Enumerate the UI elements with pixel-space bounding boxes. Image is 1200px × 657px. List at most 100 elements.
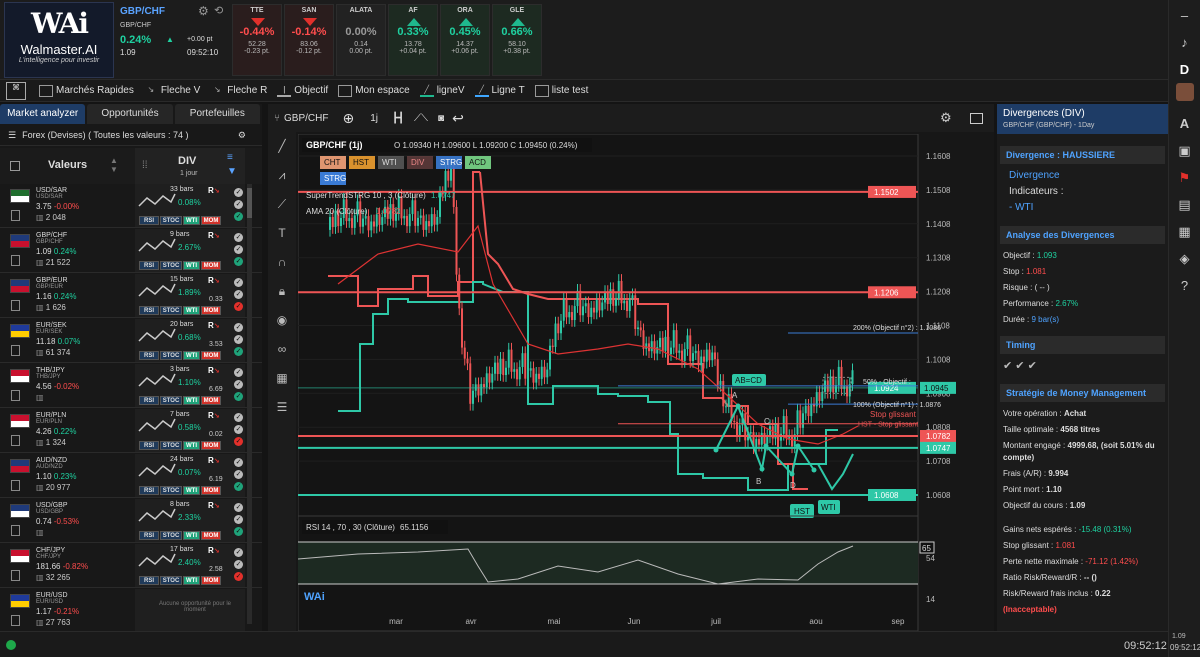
list-item[interactable]: GBP/CHF GBP/CHF 1.09 0.24% ▥ 21 522 9 ba… xyxy=(0,229,262,273)
sort-icon[interactable]: ▲ ▼ xyxy=(110,156,118,174)
ticker-gle[interactable]: GLE 0.66% 58.10 +0.38 pt. xyxy=(492,4,542,76)
toolbar-item-lignev[interactable]: ╱ ligneV xyxy=(419,85,465,97)
calendar-icon[interactable]: ▦ xyxy=(1169,218,1200,245)
list-item[interactable]: USD/SAR USD/SAR 3.75 -0.00% ▥ 2 048 33 b… xyxy=(0,184,262,228)
col-div-drag[interactable]: ⁞⁞ xyxy=(142,160,148,171)
toolbar-item-lignet[interactable]: ╱ Ligne T xyxy=(474,85,525,97)
maximize-icon[interactable] xyxy=(970,112,983,124)
candle-icon[interactable]: ┣┫ xyxy=(392,113,404,124)
settings-icon[interactable]: ⚙ xyxy=(238,124,246,146)
avatar[interactable] xyxy=(1169,83,1200,110)
ticker-alata[interactable]: ALATA 0.00% 0.14 0.00 pt. xyxy=(336,4,386,76)
link-icon[interactable]: ∞ xyxy=(268,335,296,364)
toolbar-item-mon-espace[interactable]: Mon espace xyxy=(338,84,410,97)
tree-icon[interactable]: ⑂ xyxy=(274,113,280,124)
bookmark-icon[interactable] xyxy=(11,300,20,311)
div-cell[interactable]: 33 bars 0.08% R↘ ✓ ✓ ✓ RSI STOC WTI MOM xyxy=(135,184,245,227)
help-icon[interactable]: ? xyxy=(1169,272,1200,299)
tags-icon[interactable]: ◈ xyxy=(1169,245,1200,272)
calculator-icon[interactable]: ▦ xyxy=(268,364,296,393)
div-cell[interactable]: 17 bars 2.40% R↘ 2.58 ✓ ✓ ✓ RSI STOC WTI MOM xyxy=(135,544,245,587)
undo-icon[interactable]: ↩ xyxy=(452,110,464,127)
list-item[interactable]: EUR/PLN EUR/PLN 4.26 0.22% ▥ 1 324 7 bar… xyxy=(0,409,262,453)
tab-portefeuilles[interactable]: Portefeuilles xyxy=(174,104,260,124)
refresh-icon[interactable]: ⟲ xyxy=(214,4,223,17)
main-quote[interactable]: GBP/CHF ⚙ ⟲ GBP/CHF 0.24% ▲ +0.00 pt 1.0… xyxy=(120,4,226,76)
ai-icon[interactable]: A xyxy=(1169,110,1200,137)
col-div[interactable]: DIV xyxy=(178,155,196,167)
fib-tool-icon[interactable]: ⩘ xyxy=(268,161,296,190)
lock-icon[interactable]: 🔒︎ xyxy=(268,277,296,306)
bookmark-icon[interactable] xyxy=(11,480,20,491)
indicator-icon[interactable]: ⟋⟍ xyxy=(414,113,428,124)
briefcase-icon[interactable]: ▣ xyxy=(1169,137,1200,164)
settings-icon[interactable]: ⚙ xyxy=(940,110,952,126)
bookmark-icon[interactable] xyxy=(11,345,20,356)
contact-icon[interactable]: ▤ xyxy=(1169,191,1200,218)
ticker-af[interactable]: AF 0.33% 13.78 +0.04 pt. xyxy=(388,4,438,76)
bookmark-icon[interactable] xyxy=(11,255,20,266)
candle xyxy=(373,221,375,227)
flag-icon[interactable]: ⚑ xyxy=(1169,164,1200,191)
div-cell[interactable]: 8 bars 2.33% R↘ ✓ ✓ ✓ RSI STOC WTI MOM xyxy=(135,499,245,542)
list-item[interactable]: EUR/USD EUR/USD 1.17 -0.21% ▥ 27 763 Aucu… xyxy=(0,589,262,633)
toolbar-item-liste-test[interactable]: liste test xyxy=(534,84,588,97)
interval-button[interactable]: 1j xyxy=(370,113,378,124)
filter-icon[interactable]: ▼ xyxy=(227,166,237,177)
div-cell[interactable]: 9 bars 2.67% R↘ ✓ ✓ ✓ RSI STOC WTI MOM xyxy=(135,229,245,272)
list-scrollbar[interactable] xyxy=(247,184,252,624)
row-symbol: GBP/CHF xyxy=(36,232,68,239)
toolbar-item-fleche-r[interactable]: ↘ Fleche R xyxy=(210,85,267,97)
tab-opportunites[interactable]: Opportunités xyxy=(87,104,173,124)
bookmark-icon[interactable] xyxy=(11,390,20,401)
bookmark-icon[interactable] xyxy=(11,210,20,221)
list-icon[interactable]: ≡ xyxy=(227,152,233,163)
market-selector[interactable]: ☰ Forex (Devises) ( Toutes les valeurs : … xyxy=(0,124,262,146)
bookmark-icon[interactable] xyxy=(11,435,20,446)
eye-icon[interactable]: ◉ xyxy=(268,306,296,335)
bookmark-icon[interactable] xyxy=(11,570,20,581)
ticker-delta: +0.38 pt. xyxy=(503,48,531,55)
ticker-tte[interactable]: TTE -0.44% 52.28 -0.23 pt. xyxy=(232,4,282,76)
div-cell[interactable]: 3 bars 1.10% R↘ 6.69 ✓ ✓ ✓ RSI STOC WTI MOM xyxy=(135,364,245,407)
chart-pair[interactable]: GBP/CHF xyxy=(284,113,328,124)
div-cell[interactable]: 20 bars 0.68% R↘ 3.53 ✓ ✓ ✓ RSI STOC WTI MOM xyxy=(135,319,245,362)
list-item[interactable]: GBP/EUR GBP/EUR 1.16 0.24% ▥ 1 626 15 ba… xyxy=(0,274,262,318)
grid-icon[interactable]: ⌘ xyxy=(6,81,29,100)
line-tool-icon[interactable]: ╱ xyxy=(268,132,296,161)
bookmark-icon[interactable] xyxy=(11,615,20,626)
toolbar-item-marches[interactable]: Marchés Rapides xyxy=(39,84,134,97)
candle xyxy=(491,373,494,383)
div-cell[interactable]: 15 bars 1.89% R↘ 0.33 ✓ ✓ ✓ RSI STOC WTI MOM xyxy=(135,274,245,317)
star-icon[interactable] xyxy=(10,161,20,171)
div-cell[interactable]: 24 bars 0.07% R↘ 6.19 ✓ ✓ ✓ RSI STOC WTI MOM xyxy=(135,454,245,497)
toolbar-item-fleche-v[interactable]: ↘ Fleche V xyxy=(144,85,200,97)
div-cell[interactable]: 7 bars 0.58% R↘ 0.02 ✓ ✓ ✓ RSI STOC WTI MOM xyxy=(135,409,245,452)
div-perf: 1.89% xyxy=(178,288,201,297)
camera-icon[interactable]: ◙ xyxy=(438,113,444,124)
ticker-san[interactable]: SAN -0.14% 83.06 -0.12 pt. xyxy=(284,4,334,76)
app-logo-icon[interactable]: D xyxy=(1169,56,1200,83)
price-chart[interactable]: 1.16081.15081.14081.13081.12081.11081.10… xyxy=(298,134,994,631)
col-valeurs[interactable]: Valeurs xyxy=(48,159,87,171)
bookmark-icon[interactable] xyxy=(11,525,20,536)
list-item[interactable]: AUD/NZD AUD/NZD 1.10 0.23% ▥ 20 977 24 b… xyxy=(0,454,262,498)
ticker-ora[interactable]: ORA 0.45% 14.37 +0.06 pt. xyxy=(440,4,490,76)
line-t-icon: ╱ xyxy=(474,85,489,97)
div-bars: 20 bars xyxy=(170,321,194,328)
toolbar-item-objectif[interactable]: | Objectif xyxy=(277,85,328,97)
list-item[interactable]: USD/GBP USD/GBP 0.74 -0.53% ▥ 8 bars 2.3… xyxy=(0,499,262,543)
trash-icon[interactable]: ☰ xyxy=(268,393,296,422)
gear-icon[interactable]: ⚙ xyxy=(198,4,209,18)
text-tool-icon[interactable]: T xyxy=(268,219,296,248)
add-icon[interactable]: ⊕ xyxy=(342,110,354,127)
row-volume: ▥ 27 763 xyxy=(36,618,71,627)
ray-tool-icon[interactable]: ⟋ xyxy=(268,190,296,219)
list-item[interactable]: CHF/JPY CHF/JPY 181.66 -0.82% ▥ 32 265 1… xyxy=(0,544,262,588)
minimize-icon[interactable]: – xyxy=(1169,2,1200,29)
list-item[interactable]: EUR/SEK EUR/SEK 11.18 0.07% ▥ 61 374 20 … xyxy=(0,319,262,363)
tab-market-analyzer[interactable]: Market analyzer xyxy=(0,104,86,124)
list-item[interactable]: THB/JPY THB/JPY 4.56 -0.02% ▥ 3 bars 1.1… xyxy=(0,364,262,408)
bell-icon[interactable]: ♪ xyxy=(1169,29,1200,56)
magnet-icon[interactable]: ∩ xyxy=(268,248,296,277)
